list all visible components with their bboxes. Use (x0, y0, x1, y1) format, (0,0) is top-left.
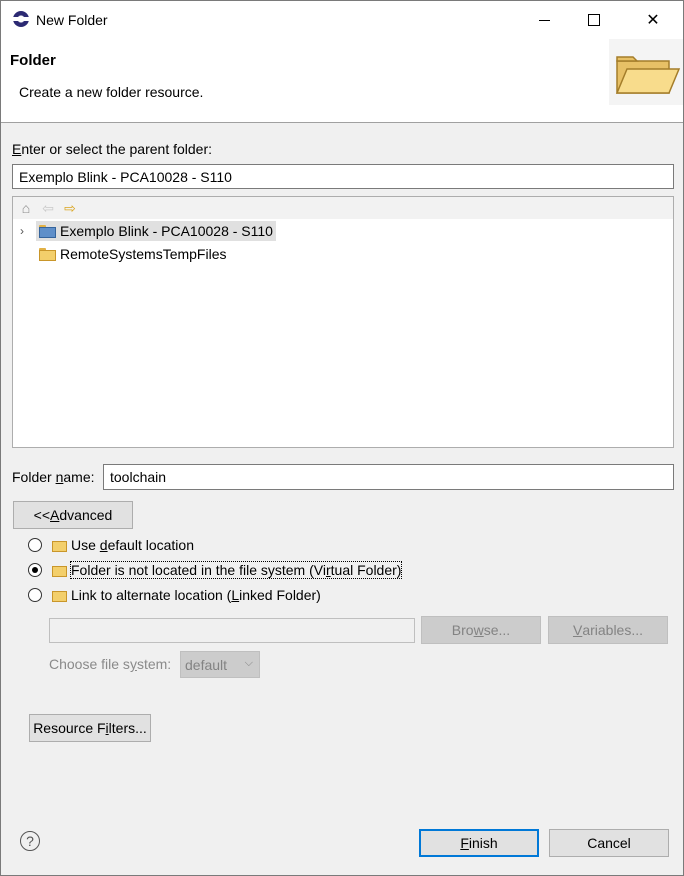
parent-folder-input[interactable]: Exemplo Blink - PCA10028 - S110 (12, 164, 674, 189)
variables-button[interactable]: Variables... (548, 616, 668, 644)
window-title: New Folder (36, 12, 108, 28)
forward-arrow-icon[interactable]: ⇨ (62, 200, 78, 216)
linked-location-input[interactable] (49, 618, 415, 643)
adv-post: dvanced (59, 507, 113, 523)
folder-icon (39, 247, 56, 261)
title-bar: New Folder ✕ (1, 1, 683, 39)
radio-use-default[interactable] (28, 538, 42, 552)
eclipse-app-icon (13, 11, 29, 27)
finish-button[interactable]: Finish (419, 829, 539, 857)
folder-icon (52, 540, 67, 552)
tree-item-selection: Exemplo Blink - PCA10028 - S110 (36, 220, 276, 241)
wizard-header: Folder Create a new folder resource. (1, 39, 683, 123)
folder-name-input[interactable]: toolchain (103, 464, 674, 490)
parent-folder-label: Enter or select the parent folder: (12, 141, 212, 157)
project-folder-icon (39, 224, 56, 238)
chevron-down-icon: ⌵ (244, 657, 253, 669)
radio-virtual-folder[interactable] (28, 563, 42, 577)
option-label: Use default location (71, 537, 194, 553)
wizard-title: Folder (10, 52, 56, 69)
back-arrow-icon[interactable]: ⇦ (40, 200, 56, 216)
option-label: Folder is not located in the file system… (69, 561, 403, 579)
open-folder-banner-icon (609, 39, 683, 105)
wizard-description: Create a new folder resource. (19, 84, 204, 100)
parent-label-mnemonic: E (12, 141, 22, 157)
new-folder-dialog: New Folder ✕ Folder Create a new folder … (0, 0, 684, 876)
file-system-value: default (185, 656, 228, 673)
linked-folder-icon (52, 590, 67, 602)
tree-toolbar: ⌂ ⇦ ⇨ (13, 197, 673, 219)
option-linked-folder[interactable]: Link to alternate location (Linked Folde… (28, 584, 321, 606)
folder-tree[interactable]: ⌂ ⇦ ⇨ › Exemplo Blink - PCA10028 - S110 … (12, 196, 674, 448)
close-button[interactable]: ✕ (630, 1, 676, 39)
tree-item-label: RemoteSystemsTempFiles (60, 245, 227, 262)
tree-item-exemplo-blink[interactable]: › Exemplo Blink - PCA10028 - S110 (13, 219, 276, 242)
adv-mnemonic: A (50, 507, 60, 523)
folder-name-label: Folder name: (12, 469, 95, 485)
home-icon[interactable]: ⌂ (18, 200, 34, 216)
maximize-button[interactable] (571, 1, 617, 39)
chevron-right-icon[interactable]: › (20, 224, 32, 238)
resource-filters-button[interactable]: Resource Fi lters... (29, 714, 151, 742)
option-virtual-folder[interactable]: Folder is not located in the file system… (28, 559, 403, 581)
tree-item-label: Exemplo Blink - PCA10028 - S110 (60, 222, 273, 239)
virtual-folder-icon (52, 565, 67, 577)
radio-linked-folder[interactable] (28, 588, 42, 602)
option-label: Link to alternate location (Linked Folde… (71, 587, 321, 603)
fn-label-pre: Folder (12, 469, 56, 485)
browse-button[interactable]: Bro w se... (421, 616, 541, 644)
help-icon[interactable]: ? (20, 831, 40, 851)
file-system-select[interactable]: default ⌵ (180, 651, 260, 678)
option-use-default-location[interactable]: Use default location (28, 534, 194, 556)
minimize-button[interactable] (521, 1, 567, 39)
choose-file-system-label: Choose file system: (49, 656, 172, 672)
cancel-button[interactable]: Cancel (549, 829, 669, 857)
tree-item-remote-systems[interactable]: RemoteSystemsTempFiles (39, 242, 227, 265)
adv-pre: << (33, 507, 51, 523)
parent-label-text: nter or select the parent folder: (21, 141, 213, 157)
fn-label-post: ame: (63, 469, 95, 485)
advanced-button[interactable]: << Advanced (13, 501, 133, 529)
